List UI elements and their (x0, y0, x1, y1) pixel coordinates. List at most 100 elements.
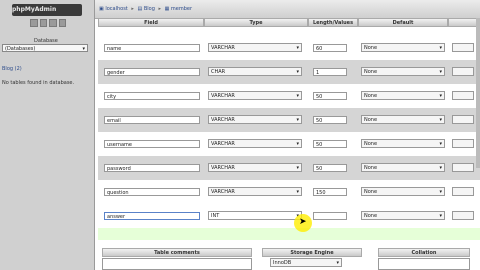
extra-select[interactable] (452, 67, 474, 76)
column-header-length: Length/Values (308, 18, 358, 27)
extra-select[interactable] (452, 187, 474, 196)
table-row: username VARCHAR ▾ 50 None ▾ (98, 132, 480, 156)
default-value: None (364, 141, 378, 147)
default-select[interactable]: None ▾ (361, 211, 445, 220)
length-input[interactable] (313, 212, 347, 220)
length-input[interactable]: 1 (313, 68, 347, 76)
logo-text: phpMyAdmin (12, 6, 57, 13)
length-input[interactable]: 50 (313, 140, 347, 148)
length-input[interactable]: 50 (313, 164, 347, 172)
table-row: city VARCHAR ▾ 50 None ▾ (98, 84, 480, 108)
database-link[interactable]: Blog (2) (2, 66, 22, 72)
extra-select[interactable] (452, 115, 474, 124)
field-name-input[interactable]: answer (104, 212, 200, 220)
default-select[interactable]: None ▾ (361, 187, 445, 196)
table-row: name VARCHAR ▾ 60 None ▾ (98, 36, 480, 60)
type-select[interactable]: VARCHAR ▾ (208, 91, 302, 100)
default-select[interactable]: None ▾ (361, 163, 445, 172)
length-input[interactable]: 150 (313, 188, 347, 196)
column-header-field: Field (98, 18, 204, 27)
table-row: answer INT▾ None ▾ (98, 204, 480, 228)
chevron-down-icon: ▾ (439, 45, 442, 51)
chevron-down-icon: ▾ (82, 46, 85, 52)
table-comments-input[interactable] (102, 258, 252, 270)
breadcrumb-table[interactable]: member (171, 6, 192, 12)
storage-engine-select[interactable]: InnoDB ▾ (270, 258, 342, 267)
docs-icon[interactable] (49, 19, 57, 27)
breadcrumb-separator: ▸ (158, 6, 161, 12)
default-select[interactable]: None ▾ (361, 43, 445, 52)
length-input[interactable]: 60 (313, 44, 347, 52)
collation-header: Collation (378, 248, 470, 257)
length-input[interactable]: 50 (313, 116, 347, 124)
server-icon: ▣ (99, 6, 104, 12)
type-value: VARCHAR (211, 93, 235, 99)
type-value: VARCHAR (211, 189, 235, 195)
type-value: CHAR (211, 69, 226, 75)
chevron-down-icon: ▾ (296, 189, 299, 195)
extra-select[interactable] (452, 211, 474, 220)
field-name-input[interactable]: password (104, 164, 200, 172)
extra-select[interactable] (452, 163, 474, 172)
type-value: VARCHAR (211, 165, 235, 171)
length-input[interactable]: 50 (313, 92, 347, 100)
breadcrumb: ▣ localhost ▸ ▤ Blog ▸ ▦ member (99, 6, 192, 12)
chevron-down-icon: ▾ (296, 69, 299, 75)
chevron-down-icon: ▾ (296, 117, 299, 123)
default-value: None (364, 117, 378, 123)
table-row: gender CHAR ▾ 1 None ▾ (98, 60, 480, 84)
home-icon[interactable] (30, 19, 38, 27)
type-select[interactable]: VARCHAR ▾ (208, 139, 302, 148)
pointer-icon: ➤ (299, 217, 307, 227)
help-icon[interactable] (58, 19, 66, 27)
column-header-default: Default (358, 18, 448, 27)
type-value: INT (211, 213, 220, 219)
field-name-input[interactable]: gender (104, 68, 200, 76)
chevron-down-icon: ▾ (336, 260, 339, 266)
chevron-down-icon: ▾ (296, 93, 299, 99)
collation-select[interactable] (378, 258, 470, 270)
type-select[interactable]: CHAR ▾ (208, 67, 302, 76)
database-select[interactable]: (Databases) ▾ (2, 44, 88, 52)
type-value: VARCHAR (211, 141, 235, 147)
default-value: None (364, 93, 378, 99)
table-row: email VARCHAR ▾ 50 None ▾ (98, 108, 480, 132)
extra-select[interactable] (452, 91, 474, 100)
breadcrumb-separator: ▸ (131, 6, 134, 12)
type-select[interactable]: VARCHAR ▾ (208, 115, 302, 124)
chevron-down-icon: ▾ (439, 117, 442, 123)
default-select[interactable]: None ▾ (361, 91, 445, 100)
scrollbar[interactable] (476, 18, 480, 168)
type-value: VARCHAR (211, 117, 235, 123)
type-select[interactable]: VARCHAR ▾ (208, 187, 302, 196)
no-tables-message: No tables found in database. (2, 80, 75, 86)
field-name-input[interactable]: name (104, 44, 200, 52)
type-select[interactable]: INT▾ (208, 211, 302, 220)
default-select[interactable]: None ▾ (361, 139, 445, 148)
breadcrumb-server[interactable]: localhost (105, 6, 127, 12)
extra-select[interactable] (452, 139, 474, 148)
table-icon: ▦ (164, 6, 170, 12)
sql-icon[interactable] (39, 19, 47, 27)
type-select[interactable]: VARCHAR ▾ (208, 43, 302, 52)
type-select[interactable]: VARCHAR ▾ (208, 163, 302, 172)
field-name-input[interactable]: city (104, 92, 200, 100)
storage-engine-value: InnoDB (273, 260, 292, 266)
chevron-down-icon: ▾ (439, 213, 442, 219)
chevron-down-icon: ▾ (439, 93, 442, 99)
structure-editor: Field Type Length/Values Default name VA… (98, 18, 480, 270)
table-row: question VARCHAR ▾ 150 None ▾ (98, 180, 480, 204)
chevron-down-icon: ▾ (296, 45, 299, 51)
chevron-down-icon: ▾ (439, 141, 442, 147)
field-name-input[interactable]: email (104, 116, 200, 124)
field-name-input[interactable]: username (104, 140, 200, 148)
default-select[interactable]: None ▾ (361, 67, 445, 76)
table-row: password VARCHAR ▾ 50 None ▾ (98, 156, 480, 180)
extra-select[interactable] (452, 43, 474, 52)
field-name-input[interactable]: question (104, 188, 200, 196)
navigation-panel: phpMyAdmin Database (Databases) ▾ Blog (… (0, 0, 95, 270)
database-select-value: (Databases) (5, 46, 36, 52)
breadcrumb-database[interactable]: Blog (144, 6, 155, 12)
default-select[interactable]: None ▾ (361, 115, 445, 124)
top-bar: ▣ localhost ▸ ▤ Blog ▸ ▦ member (95, 0, 480, 19)
